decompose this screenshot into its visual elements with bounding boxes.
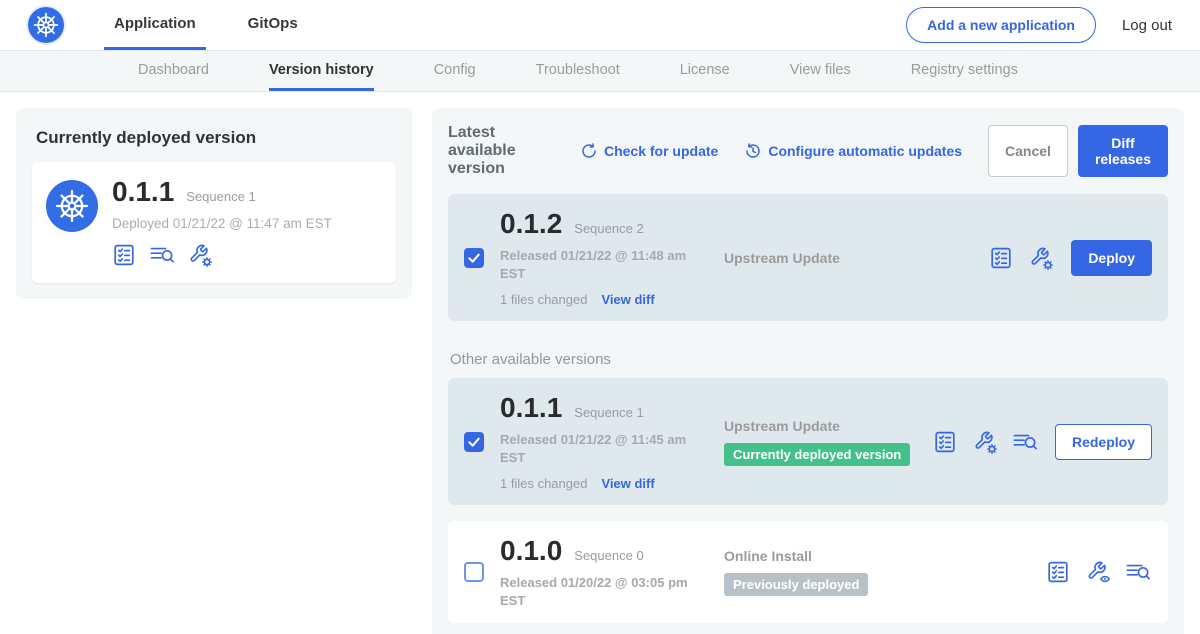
subnav-tab-troubleshoot[interactable]: Troubleshoot xyxy=(536,51,620,91)
clock-refresh-icon xyxy=(744,142,762,160)
released-timestamp: Released 01/21/22 @ 11:45 am EST xyxy=(500,431,695,466)
checklist-icon[interactable] xyxy=(989,246,1013,270)
version-row-0-1-0: 0.1.0 Sequence 0 Released 01/20/22 @ 03:… xyxy=(448,521,1168,623)
checklist-icon[interactable] xyxy=(112,243,136,267)
sequence-label: Sequence 0 xyxy=(574,548,643,563)
sequence-label: Sequence 1 xyxy=(574,405,643,420)
topnav-tabs: Application GitOps xyxy=(104,0,308,50)
version-checkbox[interactable] xyxy=(464,248,484,268)
lines-magnifier-icon[interactable] xyxy=(1013,430,1037,454)
currently-deployed-card: Currently deployed version 0.1.1 Sequenc… xyxy=(16,108,412,299)
tab-application[interactable]: Application xyxy=(104,0,206,50)
files-changed-label: 1 files changed xyxy=(500,476,587,491)
wrench-eye-icon[interactable] xyxy=(1086,560,1110,584)
version-number: 0.1.2 xyxy=(500,208,562,240)
top-navbar: Application GitOps Add a new application… xyxy=(0,0,1200,50)
version-source-label: Upstream Update xyxy=(724,418,840,434)
version-number: 0.1.0 xyxy=(500,535,562,567)
subnav-tab-config[interactable]: Config xyxy=(434,51,476,91)
logout-button[interactable]: Log out xyxy=(1122,17,1172,34)
deployed-version-number: 0.1.1 xyxy=(112,176,174,208)
app-logo[interactable] xyxy=(28,0,64,50)
files-changed-label: 1 files changed xyxy=(500,292,587,307)
topnav-right: Add a new application Log out xyxy=(906,0,1172,50)
subnav-tab-registry-settings[interactable]: Registry settings xyxy=(911,51,1018,91)
latest-version-title: Latest available version xyxy=(448,124,566,178)
diff-releases-button[interactable]: Diff releases xyxy=(1078,125,1168,177)
redeploy-button[interactable]: Redeploy xyxy=(1055,424,1152,460)
sequence-label: Sequence 2 xyxy=(574,221,643,236)
view-diff-link[interactable]: View diff xyxy=(601,292,654,307)
kubernetes-app-icon xyxy=(46,180,98,232)
wrench-gear-icon[interactable] xyxy=(1029,246,1053,270)
released-timestamp: Released 01/20/22 @ 03:05 pm EST xyxy=(500,574,695,609)
deployed-sequence-label: Sequence 1 xyxy=(186,189,255,204)
deployed-timestamp: Deployed 01/21/22 @ 11:47 am EST xyxy=(112,216,332,231)
cancel-button[interactable]: Cancel xyxy=(988,125,1068,177)
tab-gitops[interactable]: GitOps xyxy=(238,0,308,50)
other-versions-title: Other available versions xyxy=(450,351,1168,368)
latest-version-header: Latest available version Check for updat… xyxy=(448,124,1168,178)
main-content: Currently deployed version 0.1.1 Sequenc… xyxy=(0,92,1200,634)
kubernetes-logo-icon xyxy=(28,7,64,43)
subnav-tab-view-files[interactable]: View files xyxy=(790,51,851,91)
checklist-icon[interactable] xyxy=(1046,560,1070,584)
lines-magnifier-icon[interactable] xyxy=(1126,560,1150,584)
subnav-tab-license[interactable]: License xyxy=(680,51,730,91)
add-new-application-button[interactable]: Add a new application xyxy=(906,7,1096,43)
checklist-icon[interactable] xyxy=(933,430,957,454)
deployed-version-tile: 0.1.1 Sequence 1 Deployed 01/21/22 @ 11:… xyxy=(32,162,396,283)
refresh-icon xyxy=(580,142,598,160)
currently-deployed-badge: Currently deployed version xyxy=(724,443,910,466)
subnav-tab-dashboard[interactable]: Dashboard xyxy=(138,51,209,91)
version-history-panel: Latest available version Check for updat… xyxy=(432,108,1184,634)
check-for-update-link[interactable]: Check for update xyxy=(580,142,718,160)
previously-deployed-badge: Previously deployed xyxy=(724,573,868,596)
subnav-tab-version-history[interactable]: Version history xyxy=(269,51,374,91)
version-checkbox[interactable] xyxy=(464,432,484,452)
version-row-0-1-1: 0.1.1 Sequence 1 Released 01/21/22 @ 11:… xyxy=(448,378,1168,505)
version-checkbox[interactable] xyxy=(464,562,484,582)
version-source-label: Upstream Update xyxy=(724,250,840,266)
version-row-0-1-2: 0.1.2 Sequence 2 Released 01/21/22 @ 11:… xyxy=(448,194,1168,321)
lines-magnifier-icon[interactable] xyxy=(150,243,174,267)
wrench-gear-icon[interactable] xyxy=(973,430,997,454)
app-subnav: Dashboard Version history Config Trouble… xyxy=(0,50,1200,92)
deployed-card-title: Currently deployed version xyxy=(36,128,396,148)
view-diff-link[interactable]: View diff xyxy=(601,476,654,491)
deploy-button[interactable]: Deploy xyxy=(1071,240,1152,276)
wrench-gear-icon[interactable] xyxy=(188,243,212,267)
version-number: 0.1.1 xyxy=(500,392,562,424)
released-timestamp: Released 01/21/22 @ 11:48 am EST xyxy=(500,247,695,282)
configure-automatic-updates-link[interactable]: Configure automatic updates xyxy=(744,142,962,160)
version-source-label: Online Install xyxy=(724,548,812,564)
